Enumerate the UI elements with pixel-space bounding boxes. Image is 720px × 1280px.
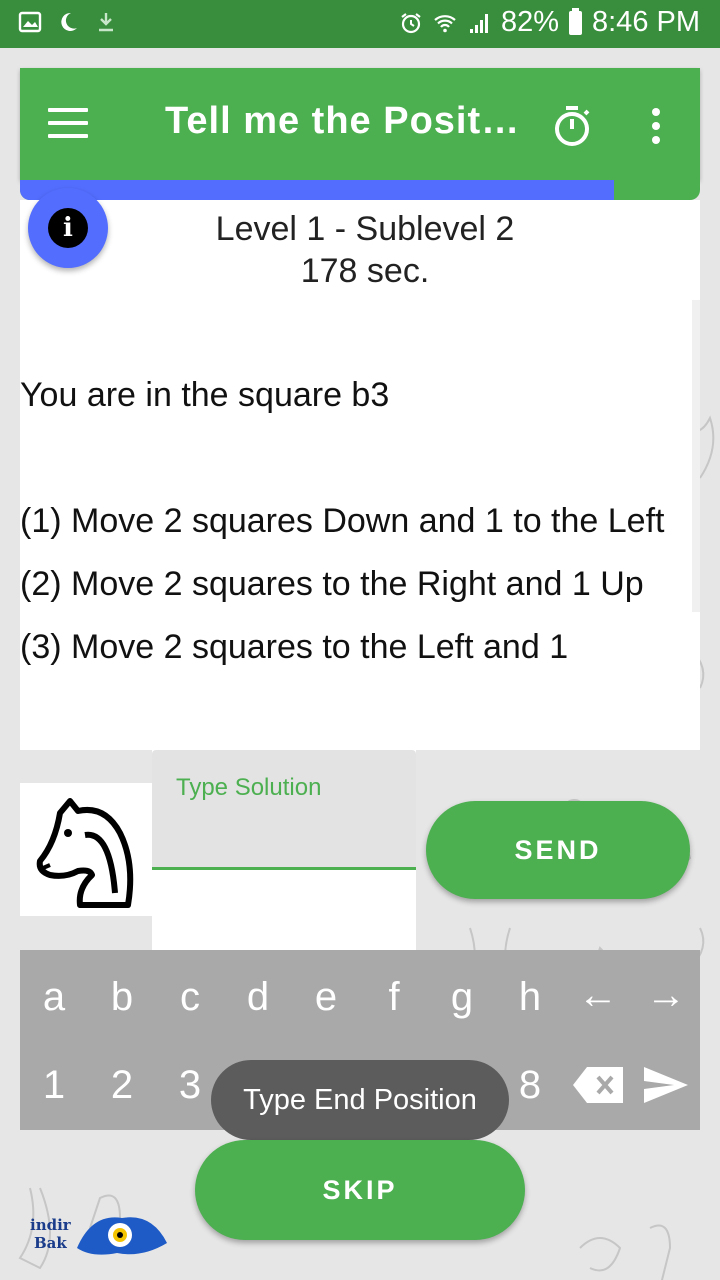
instruction-step-1: (1) Move 2 squares Down and 1 to the Lef… bbox=[20, 502, 665, 540]
key-e[interactable]: e bbox=[292, 952, 360, 1042]
app-bar: Tell me the Position bbox=[20, 68, 700, 180]
status-bar: 82% 8:46 PM bbox=[0, 0, 720, 48]
skip-button[interactable]: SKIP bbox=[195, 1140, 525, 1240]
stopwatch-icon[interactable] bbox=[552, 104, 592, 148]
toast-message: Type End Position bbox=[211, 1060, 509, 1140]
chess-knight-icon bbox=[36, 798, 134, 908]
battery-icon bbox=[569, 7, 582, 35]
key-2[interactable]: 2 bbox=[88, 1040, 156, 1130]
more-vert-icon[interactable] bbox=[644, 102, 668, 150]
card-scrollbar[interactable] bbox=[692, 300, 700, 612]
input-underline bbox=[152, 867, 416, 870]
download-icon bbox=[99, 13, 113, 32]
key-g[interactable]: g bbox=[428, 952, 496, 1042]
watermark-line-2: Bak bbox=[34, 1234, 67, 1252]
knight-image bbox=[20, 783, 152, 916]
send-icon[interactable] bbox=[632, 1040, 700, 1130]
alarm-icon bbox=[401, 12, 421, 33]
instruction-intro: You are in the square b3 bbox=[20, 376, 390, 414]
level-label: Level 1 - Sublevel 2 bbox=[215, 210, 515, 248]
key-f[interactable]: f bbox=[360, 952, 428, 1042]
key-h[interactable]: h bbox=[496, 952, 564, 1042]
eye-logo-icon bbox=[77, 1217, 167, 1255]
wifi-icon bbox=[434, 14, 456, 32]
time-progress-bar bbox=[20, 180, 700, 200]
question-card: Level 1 - Sublevel 2 178 sec. You are in… bbox=[20, 200, 700, 750]
solution-input-label: Type Solution bbox=[176, 774, 322, 801]
info-icon: i bbox=[48, 208, 88, 248]
solution-input[interactable]: Type Solution bbox=[152, 750, 416, 870]
key-c[interactable]: c bbox=[156, 952, 224, 1042]
signal-icon bbox=[469, 13, 488, 33]
key-a[interactable]: a bbox=[20, 952, 88, 1042]
backspace-icon[interactable] bbox=[564, 1040, 632, 1130]
left-arrow-icon[interactable]: ← bbox=[564, 950, 632, 1040]
solution-input-container: Type Solution bbox=[152, 750, 416, 950]
page-title: Tell me the Position bbox=[165, 100, 525, 142]
right-arrow-icon[interactable]: → bbox=[632, 950, 700, 1040]
info-button[interactable]: i bbox=[28, 188, 108, 268]
hamburger-icon[interactable] bbox=[48, 108, 88, 138]
instructions: You are in the square b3 (1) Move 2 squa… bbox=[20, 364, 692, 679]
watermark-line-1: indir bbox=[30, 1216, 71, 1234]
watermark-logo: indir Bak bbox=[22, 1208, 172, 1268]
seconds-remaining: 178 sec. bbox=[300, 252, 430, 290]
instruction-step-2: (2) Move 2 squares to the Right and 1 Up bbox=[20, 565, 644, 603]
key-b[interactable]: b bbox=[88, 952, 156, 1042]
instruction-step-3: (3) Move 2 squares to the Left and 1 bbox=[20, 628, 569, 666]
clock: 8:46 PM bbox=[592, 6, 700, 38]
do-not-disturb-moon-icon bbox=[61, 12, 77, 31]
time-progress-fill bbox=[20, 180, 614, 200]
key-d[interactable]: d bbox=[224, 952, 292, 1042]
battery-percent: 82% bbox=[500, 6, 559, 38]
image-notification-icon bbox=[18, 11, 42, 33]
key-1[interactable]: 1 bbox=[20, 1040, 88, 1130]
send-button[interactable]: SEND bbox=[426, 801, 690, 899]
